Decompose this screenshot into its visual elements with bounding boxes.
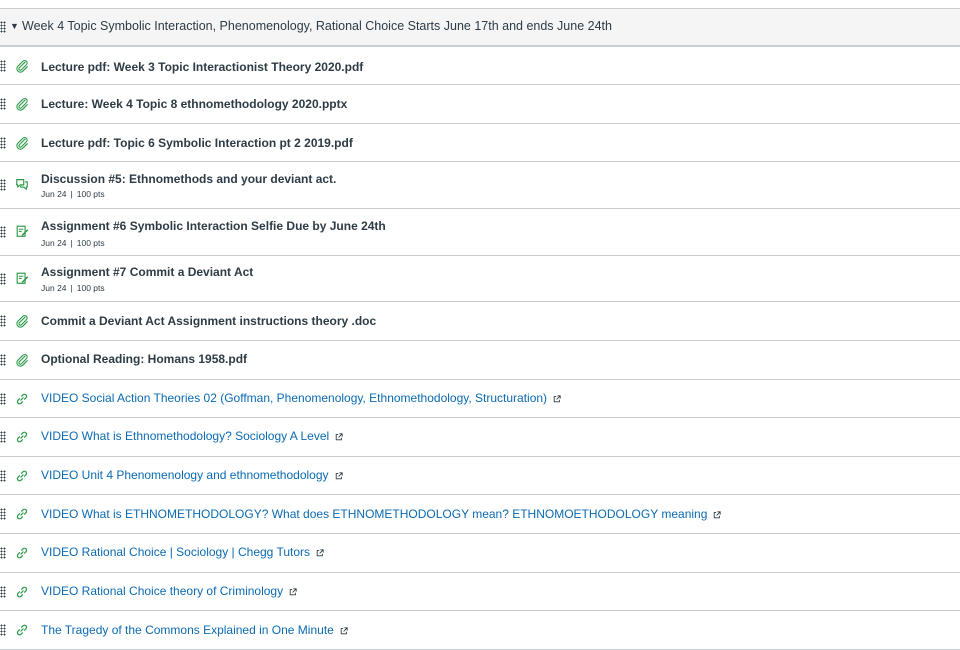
item-meta: Jun 24 | 100 pts [41,189,105,199]
external-link-icon [340,624,348,638]
due-date: Jun 24 [41,189,67,199]
external-link-icon [335,430,343,444]
module-item-assignment[interactable]: Assignment #6 Symbolic Interaction Selfi… [0,209,960,256]
item-title-link[interactable]: VIDEO Rational Choice | Sociology | Cheg… [41,545,324,560]
item-title-link[interactable]: VIDEO Rational Choice theory of Criminol… [41,584,297,599]
drag-handle-icon[interactable] [0,508,6,520]
module-item-discussion[interactable]: Discussion #5: Ethnomethods and your dev… [0,162,960,209]
item-meta: Jun 24 | 100 pts [41,238,105,248]
drag-handle-icon[interactable] [0,469,6,482]
item-title-link[interactable]: VIDEO Social Action Theories 02 (Goffman… [41,391,561,406]
paperclip-icon [14,352,30,368]
drag-handle-icon[interactable] [0,98,6,110]
item-title-link[interactable]: VIDEO What is ETHNOMETHODOLOGY? What doe… [41,507,722,522]
link-icon [14,622,30,638]
drag-handle-icon[interactable] [0,21,6,33]
drag-handle-icon[interactable] [0,136,6,149]
item-title-text[interactable]: The Tragedy of the Commons Explained in … [41,623,334,637]
link-icon [14,545,30,561]
drag-handle-icon[interactable] [0,431,6,443]
item-meta: Jun 24 | 100 pts [41,283,105,293]
module-title[interactable]: Week 4 Topic Symbolic Interaction, Pheno… [22,19,612,33]
item-title-text[interactable]: Discussion #5: Ethnomethods and your dev… [41,172,336,186]
drag-handle-icon[interactable] [0,272,6,285]
module-item-assignment[interactable]: Assignment #7 Commit a Deviant Act Jun 24… [0,256,960,302]
module-item-link[interactable]: VIDEO What is Ethnomethodology? Sociolog… [0,418,960,457]
drag-handle-icon[interactable] [0,59,6,72]
item-title-text[interactable]: Assignment #7 Commit a Deviant Act [41,265,253,279]
drag-handle-icon[interactable] [0,624,6,636]
item-title-text[interactable]: Lecture pdf: Topic 6 Symbolic Interactio… [41,136,353,150]
module-item-link[interactable]: The Tragedy of the Commons Explained in … [0,611,960,650]
link-icon [14,506,30,522]
item-title-text[interactable]: VIDEO Social Action Theories 02 (Goffman… [41,391,547,405]
item-title-link[interactable]: The Tragedy of the Commons Explained in … [41,623,348,638]
meta-separator: | [70,189,73,199]
item-title-link[interactable]: Lecture pdf: Week 3 Topic Interactionist… [41,60,363,74]
paperclip-icon [14,313,30,329]
external-link-icon [289,585,297,599]
points: 100 pts [76,238,105,248]
item-title-text[interactable]: Optional Reading: Homans 1958.pdf [41,352,247,366]
paperclip-icon [14,58,30,74]
drag-handle-icon[interactable] [0,547,6,559]
discussion-icon [14,176,30,192]
item-title-link[interactable]: Optional Reading: Homans 1958.pdf [41,352,247,366]
item-title-link[interactable]: VIDEO Unit 4 Phenomenology and ethnometh… [41,468,343,483]
module-item-link[interactable]: VIDEO Social Action Theories 02 (Goffman… [0,380,960,418]
link-icon [14,391,30,407]
drag-handle-icon[interactable] [0,226,6,238]
module-item-attachment[interactable]: Commit a Deviant Act Assignment instruct… [0,302,960,341]
drag-handle-icon[interactable] [0,392,6,405]
item-title-link[interactable]: Lecture pdf: Topic 6 Symbolic Interactio… [41,136,353,150]
meta-separator: | [70,283,73,293]
external-link-icon [553,392,561,406]
paperclip-icon [14,96,30,112]
drag-handle-icon[interactable] [0,585,6,598]
meta-separator: | [70,238,73,248]
module-item-attachment[interactable]: Lecture: Week 4 Topic 8 ethnomethodology… [0,85,960,124]
item-title-text[interactable]: VIDEO What is Ethnomethodology? Sociolog… [41,429,329,443]
module-item-attachment[interactable]: Optional Reading: Homans 1958.pdf [0,341,960,380]
paperclip-icon [14,135,30,151]
item-title-text[interactable]: VIDEO Unit 4 Phenomenology and ethnometh… [41,468,329,482]
due-date: Jun 24 [41,238,67,248]
item-title-link[interactable]: Lecture: Week 4 Topic 8 ethnomethodology… [41,97,347,111]
external-link-icon [713,508,722,522]
assignment-icon [14,270,30,286]
link-icon [14,468,30,484]
item-title-text[interactable]: Lecture: Week 4 Topic 8 ethnomethodology… [41,97,347,111]
module-item-attachment[interactable]: Lecture pdf: Week 3 Topic Interactionist… [0,46,960,85]
link-icon [14,429,30,445]
assignment-icon [14,223,30,239]
due-date: Jun 24 [41,283,67,293]
module-item-link[interactable]: VIDEO Unit 4 Phenomenology and ethnometh… [0,457,960,495]
item-title-text[interactable]: Assignment #6 Symbolic Interaction Selfi… [41,219,386,233]
module-header[interactable]: ▼ Week 4 Topic Symbolic Interaction, Phe… [0,8,960,46]
item-title-link[interactable]: VIDEO What is Ethnomethodology? Sociolog… [41,429,343,444]
item-title-text[interactable]: Lecture pdf: Week 3 Topic Interactionist… [41,60,363,74]
item-title-text[interactable]: Commit a Deviant Act Assignment instruct… [41,314,376,328]
item-title-text[interactable]: VIDEO What is ETHNOMETHODOLOGY? What doe… [41,507,707,521]
module-item-link[interactable]: VIDEO Rational Choice theory of Criminol… [0,573,960,611]
item-title-text[interactable]: VIDEO Rational Choice theory of Criminol… [41,584,283,598]
external-link-icon [316,546,324,560]
drag-handle-icon[interactable] [0,179,6,191]
external-link-icon [335,469,343,483]
points: 100 pts [76,283,105,293]
drag-handle-icon[interactable] [0,354,6,366]
points: 100 pts [76,189,105,199]
link-icon [14,584,30,600]
module-item-link[interactable]: VIDEO What is ETHNOMETHODOLOGY? What doe… [0,495,960,534]
item-title-link[interactable]: Assignment #6 Symbolic Interaction Selfi… [41,219,386,233]
item-title-link[interactable]: Discussion #5: Ethnomethods and your dev… [41,172,336,186]
item-title-text[interactable]: VIDEO Rational Choice | Sociology | Cheg… [41,545,310,559]
module-item-link[interactable]: VIDEO Rational Choice | Sociology | Cheg… [0,534,960,573]
item-title-link[interactable]: Assignment #7 Commit a Deviant Act [41,265,253,279]
collapse-caret-icon[interactable]: ▼ [10,21,19,31]
module-item-attachment[interactable]: Lecture pdf: Topic 6 Symbolic Interactio… [0,124,960,162]
item-title-link[interactable]: Commit a Deviant Act Assignment instruct… [41,314,376,328]
drag-handle-icon[interactable] [0,315,6,327]
